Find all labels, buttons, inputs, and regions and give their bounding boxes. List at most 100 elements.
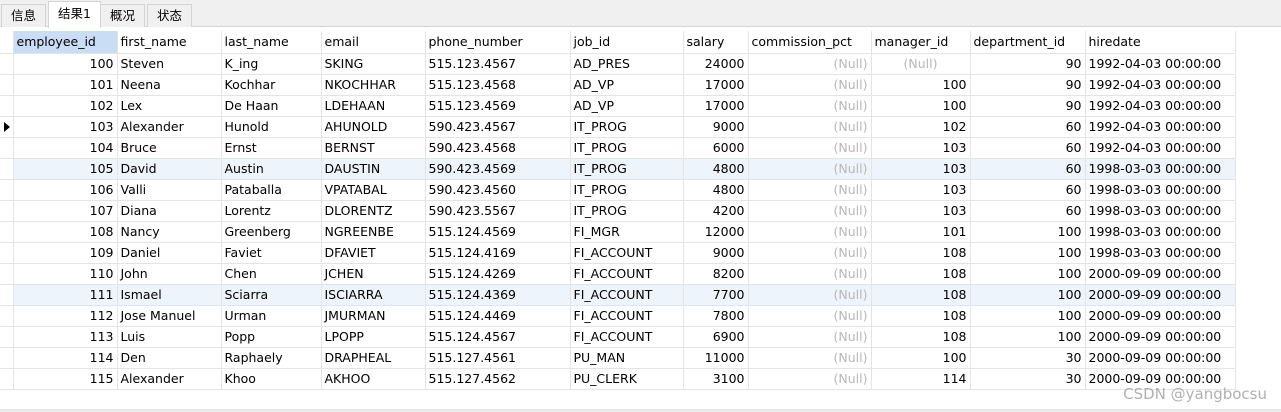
cell-salary[interactable]: 11000: [683, 347, 749, 369]
column-header-department-id[interactable]: department_id: [970, 31, 1086, 54]
cell-email[interactable]: JMURMAN: [321, 305, 426, 327]
table-row[interactable]: 102 Lex De Haan LDEHAAN 515.123.4569 AD_VP 170…: [0, 95, 1236, 117]
cell-department-id[interactable]: 100: [970, 326, 1086, 348]
cell-hiredate[interactable]: 2000-09-09 00:00:00: [1085, 284, 1236, 306]
cell-department-id[interactable]: 60: [970, 116, 1086, 138]
cell-phone-number[interactable]: 590.423.4560: [425, 179, 571, 201]
cell-hiredate[interactable]: 2000-09-09 00:00:00: [1085, 263, 1236, 285]
cell-hiredate[interactable]: 1992-04-03 00:00:00: [1085, 116, 1236, 138]
row-header[interactable]: [0, 179, 14, 201]
cell-commission-pct[interactable]: (Null): [748, 179, 872, 201]
cell-manager-id[interactable]: 103: [871, 137, 971, 159]
cell-phone-number[interactable]: 515.127.4562: [425, 368, 571, 390]
cell-first-name[interactable]: Den: [117, 347, 222, 369]
cell-hiredate[interactable]: 1998-03-03 00:00:00: [1085, 179, 1236, 201]
cell-job-id[interactable]: IT_PROG: [570, 158, 684, 180]
cell-last-name[interactable]: Ernst: [221, 137, 322, 159]
cell-hiredate[interactable]: 1998-03-03 00:00:00: [1085, 242, 1236, 264]
cell-department-id[interactable]: 60: [970, 158, 1086, 180]
cell-job-id[interactable]: FI_ACCOUNT: [570, 305, 684, 327]
cell-last-name[interactable]: De Haan: [221, 95, 322, 117]
cell-employee-id[interactable]: 103: [13, 116, 118, 138]
row-header[interactable]: [0, 368, 14, 390]
result-grid[interactable]: employee_id first_name last_name email phone…: [0, 31, 1281, 412]
cell-salary[interactable]: 4800: [683, 179, 749, 201]
cell-email[interactable]: VPATABAL: [321, 179, 426, 201]
cell-phone-number[interactable]: 515.124.4169: [425, 242, 571, 264]
cell-salary[interactable]: 9000: [683, 242, 749, 264]
cell-first-name[interactable]: John: [117, 263, 222, 285]
cell-manager-id[interactable]: 108: [871, 284, 971, 306]
cell-email[interactable]: SKING: [321, 53, 426, 75]
cell-email[interactable]: LDEHAAN: [321, 95, 426, 117]
table-row[interactable]: 109 Daniel Faviet DFAVIET 515.124.4169 FI_ACC…: [0, 242, 1236, 264]
cell-manager-id[interactable]: 100: [871, 347, 971, 369]
cell-manager-id[interactable]: 103: [871, 158, 971, 180]
table-row[interactable]: 101 Neena Kochhar NKOCHHAR 515.123.4568 AD_VP…: [0, 74, 1236, 96]
cell-commission-pct[interactable]: (Null): [748, 53, 872, 75]
cell-hiredate[interactable]: 2000-09-09 00:00:00: [1085, 305, 1236, 327]
cell-job-id[interactable]: IT_PROG: [570, 116, 684, 138]
cell-first-name[interactable]: Valli: [117, 179, 222, 201]
cell-job-id[interactable]: IT_PROG: [570, 137, 684, 159]
cell-manager-id[interactable]: 103: [871, 200, 971, 222]
cell-manager-id[interactable]: (Null): [871, 53, 971, 75]
cell-job-id[interactable]: FI_ACCOUNT: [570, 242, 684, 264]
cell-phone-number[interactable]: 515.123.4567: [425, 53, 571, 75]
cell-email[interactable]: LPOPP: [321, 326, 426, 348]
cell-hiredate[interactable]: 2000-09-09 00:00:00: [1085, 368, 1236, 390]
cell-salary[interactable]: 8200: [683, 263, 749, 285]
cell-employee-id[interactable]: 102: [13, 95, 118, 117]
table-row[interactable]: 108 Nancy Greenberg NGREENBE 515.124.4569 FI_…: [0, 221, 1236, 243]
cell-hiredate[interactable]: 1992-04-03 00:00:00: [1085, 53, 1236, 75]
table-row[interactable]: 111 Ismael Sciarra ISCIARRA 515.124.4369 FI_A…: [0, 284, 1236, 306]
cell-first-name[interactable]: Steven: [117, 53, 222, 75]
cell-salary[interactable]: 17000: [683, 95, 749, 117]
cell-phone-number[interactable]: 515.124.4369: [425, 284, 571, 306]
row-header[interactable]: [0, 53, 14, 75]
cell-department-id[interactable]: 60: [970, 179, 1086, 201]
cell-employee-id[interactable]: 104: [13, 137, 118, 159]
cell-commission-pct[interactable]: (Null): [748, 137, 872, 159]
cell-job-id[interactable]: FI_ACCOUNT: [570, 284, 684, 306]
cell-department-id[interactable]: 30: [970, 347, 1086, 369]
cell-email[interactable]: BERNST: [321, 137, 426, 159]
cell-phone-number[interactable]: 590.423.4569: [425, 158, 571, 180]
cell-last-name[interactable]: Greenberg: [221, 221, 322, 243]
row-header[interactable]: [0, 326, 14, 348]
cell-last-name[interactable]: Faviet: [221, 242, 322, 264]
cell-job-id[interactable]: AD_PRES: [570, 53, 684, 75]
cell-email[interactable]: AKHOO: [321, 368, 426, 390]
cell-first-name[interactable]: Lex: [117, 95, 222, 117]
cell-salary[interactable]: 9000: [683, 116, 749, 138]
cell-last-name[interactable]: Lorentz: [221, 200, 322, 222]
row-header[interactable]: [0, 95, 14, 117]
column-header-salary[interactable]: salary: [683, 31, 749, 54]
cell-commission-pct[interactable]: (Null): [748, 263, 872, 285]
row-header[interactable]: [0, 284, 14, 306]
cell-department-id[interactable]: 100: [970, 305, 1086, 327]
cell-job-id[interactable]: FI_MGR: [570, 221, 684, 243]
cell-employee-id[interactable]: 100: [13, 53, 118, 75]
cell-hiredate[interactable]: 2000-09-09 00:00:00: [1085, 326, 1236, 348]
cell-hiredate[interactable]: 1992-04-03 00:00:00: [1085, 95, 1236, 117]
cell-salary[interactable]: 6000: [683, 137, 749, 159]
cell-commission-pct[interactable]: (Null): [748, 95, 872, 117]
column-header-commission-pct[interactable]: commission_pct: [748, 31, 872, 54]
cell-department-id[interactable]: 100: [970, 263, 1086, 285]
table-row[interactable]: 103 Alexander Hunold AHUNOLD 590.423.4567 IT_…: [0, 116, 1236, 138]
cell-department-id[interactable]: 100: [970, 221, 1086, 243]
cell-email[interactable]: DLORENTZ: [321, 200, 426, 222]
cell-job-id[interactable]: PU_MAN: [570, 347, 684, 369]
cell-job-id[interactable]: FI_ACCOUNT: [570, 263, 684, 285]
cell-manager-id[interactable]: 108: [871, 242, 971, 264]
cell-job-id[interactable]: IT_PROG: [570, 179, 684, 201]
cell-phone-number[interactable]: 515.127.4561: [425, 347, 571, 369]
cell-phone-number[interactable]: 590.423.5567: [425, 200, 571, 222]
cell-employee-id[interactable]: 105: [13, 158, 118, 180]
table-row[interactable]: 107 Diana Lorentz DLORENTZ 590.423.5567 IT_PR…: [0, 200, 1236, 222]
tab-status[interactable]: 状态: [147, 4, 193, 27]
cell-hiredate[interactable]: 1998-03-03 00:00:00: [1085, 158, 1236, 180]
cell-last-name[interactable]: Raphaely: [221, 347, 322, 369]
cell-hiredate[interactable]: 1992-04-03 00:00:00: [1085, 74, 1236, 96]
